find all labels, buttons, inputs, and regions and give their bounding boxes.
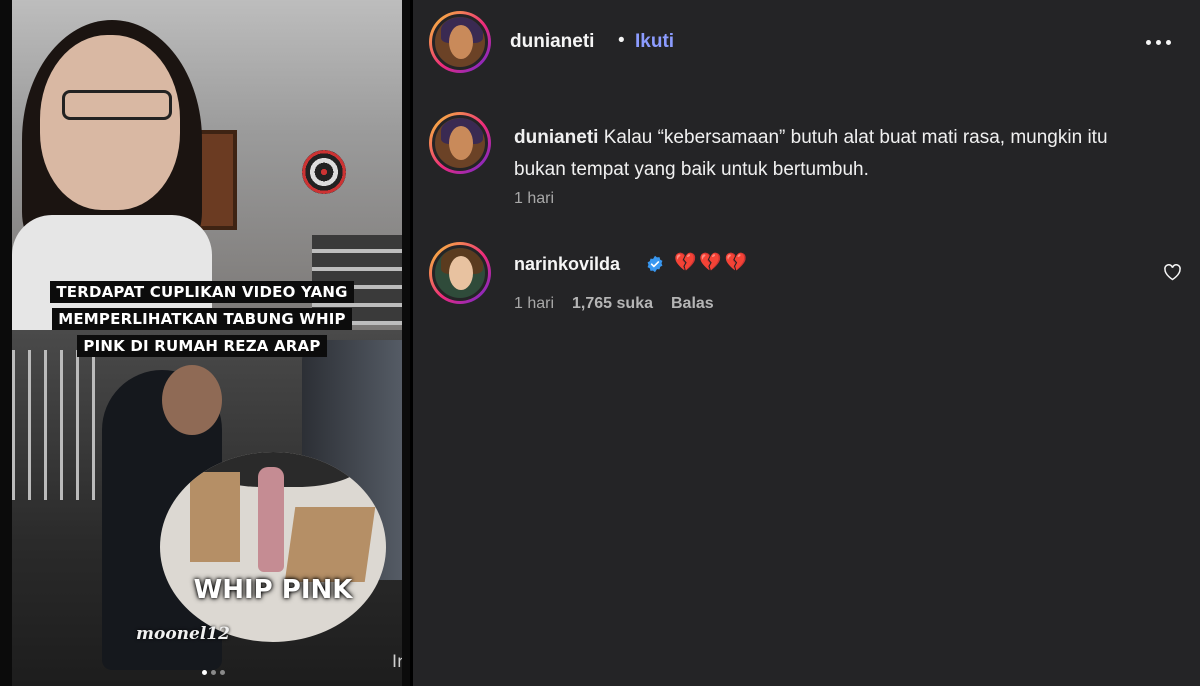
follow-button[interactable]: Ikuti (635, 31, 674, 53)
platform-watermark: InS (392, 652, 402, 672)
scene-man-head (162, 365, 222, 435)
comment-timestamp[interactable]: 1 hari (514, 295, 554, 313)
carousel-dot (202, 670, 207, 675)
caption-text: Kalau “kebersamaan” butuh alat buat mati… (514, 127, 1108, 180)
post-caption: dunianeti Kalau “kebersamaan” butuh alat… (514, 122, 1154, 186)
comment-meta: 1 hari 1,765 suka Balas (514, 295, 714, 313)
header-separator: • (618, 30, 625, 51)
post-media[interactable]: TERDAPAT CUPLIKAN VIDEO YANG MEMPERLIHAT… (0, 0, 410, 686)
reply-button[interactable]: Balas (671, 295, 714, 313)
verified-badge-icon (647, 255, 663, 273)
caption-author-avatar[interactable] (429, 112, 491, 174)
inset-circle-image: WHIP PINK (160, 452, 386, 642)
scene-person-face (40, 35, 180, 210)
caption-username[interactable]: dunianeti (514, 127, 598, 148)
video-frame[interactable]: TERDAPAT CUPLIKAN VIDEO YANG MEMPERLIHAT… (12, 0, 402, 686)
watermark: moonel12 (136, 624, 230, 644)
carousel-dot (220, 670, 225, 675)
post-detail-panel: dunianeti • Ikuti dunianeti Kalau “keber… (413, 0, 1200, 686)
author-avatar[interactable] (429, 11, 491, 73)
comment-text: 💔💔💔 (674, 252, 751, 272)
carousel-indicator (202, 670, 225, 675)
caption-line-3: PINK DI RUMAH REZA ARAP (77, 335, 327, 357)
caption-line-2: MEMPERLIHATKAN TABUNG WHIP (52, 308, 352, 330)
caption-line-1: TERDAPAT CUPLIKAN VIDEO YANG (50, 281, 354, 303)
inset-box-left (190, 472, 240, 562)
scene-glasses (62, 90, 172, 120)
scene-dartboard (302, 150, 346, 194)
heart-outline-icon[interactable] (1163, 263, 1182, 281)
inset-whip-canister (258, 467, 284, 572)
video-overlay-caption: TERDAPAT CUPLIKAN VIDEO YANG MEMPERLIHAT… (28, 275, 376, 366)
commenter-avatar[interactable] (429, 242, 491, 304)
carousel-dot (211, 670, 216, 675)
author-username[interactable]: dunianeti (510, 31, 594, 53)
inset-box-right (284, 507, 376, 582)
inset-label: WHIP PINK (193, 575, 353, 605)
comment-like-count[interactable]: 1,765 suka (572, 295, 653, 313)
commenter-username[interactable]: narinkovilda (514, 254, 620, 275)
scene-gate (12, 350, 102, 500)
more-options-icon[interactable] (1146, 40, 1171, 45)
caption-timestamp[interactable]: 1 hari (514, 190, 554, 208)
